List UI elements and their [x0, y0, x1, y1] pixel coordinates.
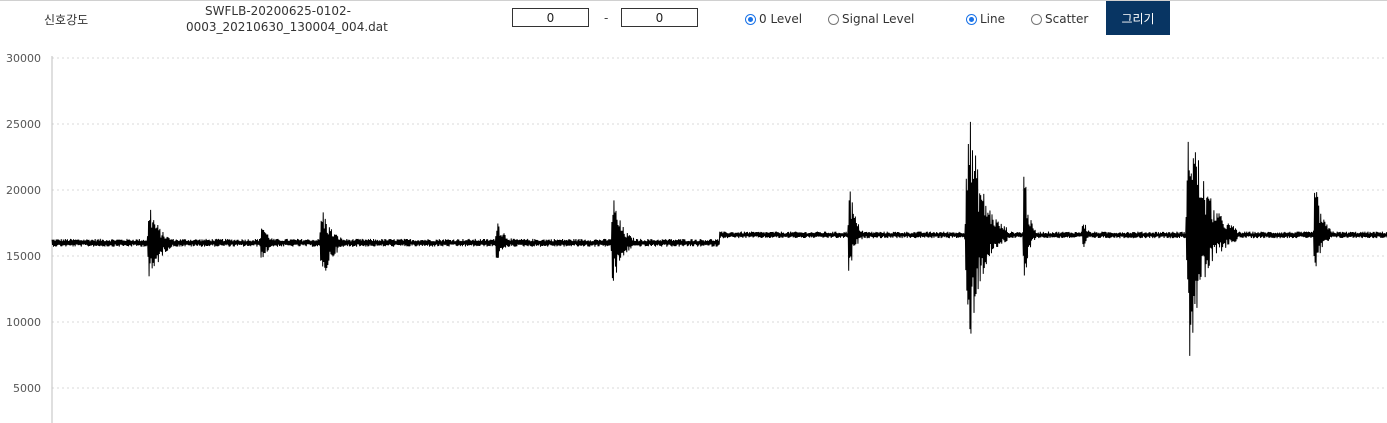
radio-signal-level-indicator	[828, 13, 839, 25]
signal-chart: 5000 10000 15000 20000 25000 30000	[6, 52, 1387, 423]
tick-layer: 5000 10000 15000 20000 25000 30000	[6, 52, 41, 395]
radio-zero-level-label: 0 Level	[759, 12, 803, 26]
draw-button[interactable]: 그리기	[1106, 1, 1170, 35]
y-tick-label: 5000	[13, 382, 41, 395]
radio-zero-level-indicator	[745, 13, 756, 25]
radio-line-indicator	[966, 13, 977, 25]
y-tick-label: 10000	[6, 316, 41, 329]
radio-scatter[interactable]: Scatter	[1031, 12, 1088, 26]
y-tick-label: 15000	[6, 250, 41, 263]
y-tick-label: 30000	[6, 52, 41, 65]
radio-signal-level[interactable]: Signal Level	[828, 12, 914, 26]
top-border	[0, 0, 1387, 1]
range-from-input[interactable]	[512, 8, 589, 27]
y-tick-label: 25000	[6, 118, 41, 131]
range-separator: -	[604, 11, 609, 25]
range-to-input[interactable]	[621, 8, 698, 27]
file-name-line2: 0003_20210630_130004_004.dat	[186, 20, 388, 34]
file-name: SWFLB-20200625-0102- 0003_20210630_13000…	[186, 3, 388, 35]
radio-signal-level-label: Signal Level	[842, 12, 915, 26]
radio-scatter-indicator	[1031, 13, 1042, 25]
radio-line-label: Line	[980, 12, 1006, 26]
radio-scatter-label: Scatter	[1045, 12, 1089, 26]
radio-zero-level[interactable]: 0 Level	[745, 12, 802, 26]
y-tick-label: 20000	[6, 184, 41, 197]
signal-line	[51, 121, 1387, 356]
file-name-line1: SWFLB-20200625-0102-	[205, 4, 351, 18]
radio-line[interactable]: Line	[966, 12, 1005, 26]
signal-strength-label: 신호강도	[44, 13, 89, 27]
